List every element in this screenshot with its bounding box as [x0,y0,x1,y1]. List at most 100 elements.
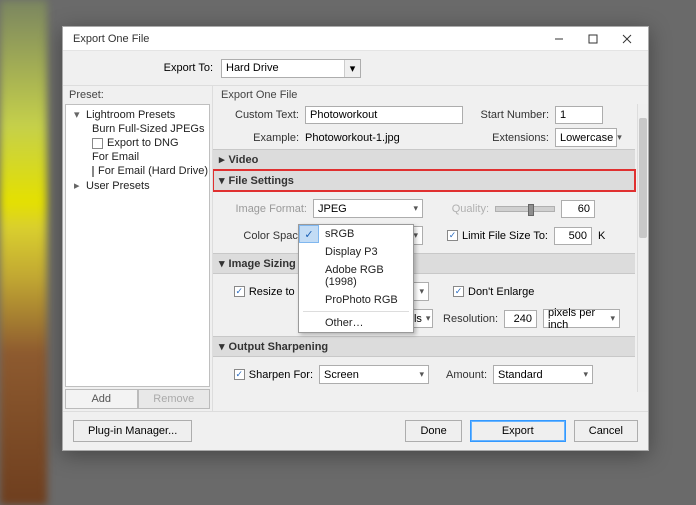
dropdown-option[interactable]: Display P3 [299,243,413,261]
done-button[interactable]: Done [405,420,461,442]
vertical-scrollbar[interactable] [637,104,648,392]
extensions-label: Extensions: [469,132,549,144]
chevron-down-icon: ▾ [344,60,360,77]
section-image-sizing[interactable]: ▾Image Sizing [213,253,635,274]
disclosure-icon: ▸ [74,179,82,192]
window-buttons [542,28,644,50]
checkbox-icon [234,286,245,297]
preset-column: Preset: ▾ Lightroom Presets Burn Full-Si… [63,86,213,411]
resolution-unit-select[interactable]: pixels per inch▾ [543,309,620,328]
checkmark-icon [299,225,319,243]
image-format-label: Image Format: [229,203,307,215]
chevron-down-icon: ▾ [413,203,418,214]
export-to-value: Hard Drive [226,62,279,74]
limit-unit: K [598,230,605,242]
preset-item[interactable]: For Email [66,150,209,164]
preset-item[interactable]: Export to DNG [66,136,209,150]
dimensions-row: 1500 pixels▾ Resolution: 240 pixels per … [221,307,628,330]
section-output-sharpening[interactable]: ▾Output Sharpening [213,336,635,357]
start-number-label: Start Number: [469,109,549,121]
window-title: Export One File [73,33,149,45]
example-row: Example: Photoworkout-1.jpg Extensions: … [213,126,636,149]
remove-preset-button: Remove [138,389,211,409]
dropdown-option-other[interactable]: Other… [299,314,413,332]
resolution-input[interactable]: 240 [504,310,537,328]
chevron-down-icon: ▾ [419,286,424,297]
disclosure-icon: ▸ [219,153,225,166]
dropdown-option[interactable]: ProPhoto RGB [299,291,413,309]
limit-filesize-input[interactable]: 500 [554,227,592,245]
export-button[interactable]: Export [470,420,566,442]
sharpen-checkbox[interactable]: Sharpen For: [229,369,313,381]
preset-list[interactable]: ▾ Lightroom Presets Burn Full-Sized JPEG… [65,104,210,387]
color-space-row: Color Space: sRGB▾ Limit File Size To: 5… [221,224,628,247]
scroll-area: Custom Text: Photoworkout Start Number: … [213,104,648,392]
cancel-button[interactable]: Cancel [574,420,638,442]
export-to-select[interactable]: Hard Drive ▾ [221,59,361,78]
file-settings-block: Image Format: JPEG▾ Quality: 60 Color Sp… [213,191,636,253]
image-format-select[interactable]: JPEG▾ [313,199,423,218]
amount-label: Amount: [435,369,487,381]
chevron-down-icon: ▾ [419,369,424,380]
resolution-label: Resolution: [439,313,498,325]
custom-text-row: Custom Text: Photoworkout Start Number: … [213,104,636,126]
start-number-input[interactable]: 1 [555,106,603,124]
preset-header: Preset: [63,86,212,104]
extensions-select[interactable]: Lowercase▾ [555,128,617,147]
limit-filesize-checkbox[interactable]: Limit File Size To: [447,230,548,242]
scrollbar-thumb[interactable] [639,118,647,238]
slider-thumb[interactable] [528,204,534,216]
maximize-button[interactable] [576,28,610,50]
checkbox-icon [453,286,464,297]
image-format-row: Image Format: JPEG▾ Quality: 60 [221,197,628,220]
export-to-label: Export To: [73,62,213,74]
content-column: Export One File Custom Text: Photoworkou… [213,86,648,411]
example-value: Photoworkout-1.jpg [305,132,463,144]
export-to-row: Export To: Hard Drive ▾ [63,51,648,85]
quality-slider[interactable] [495,206,555,212]
background-photo-strip [0,0,47,505]
plugin-manager-button[interactable]: Plug-in Manager... [73,420,192,442]
checkbox-icon [92,166,94,177]
footer: Plug-in Manager... Done Export Cancel [63,412,648,450]
preset-group-user[interactable]: ▸ User Presets [66,178,209,193]
chevron-down-icon: ▾ [426,313,431,324]
resize-row: Resize to Fit: ▾ Don't Enlarge [221,280,628,303]
output-sharpening-block: Sharpen For: Screen▾ Amount: Standard▾ [213,357,636,392]
dropdown-option[interactable]: sRGB [299,225,413,243]
custom-text-label: Custom Text: [221,109,299,121]
amount-select[interactable]: Standard▾ [493,365,593,384]
preset-item[interactable]: Burn Full-Sized JPEGs [66,122,209,136]
example-label: Example: [221,132,299,144]
section-video[interactable]: ▸Video [213,149,635,170]
quality-label: Quality: [429,203,489,215]
minimize-button[interactable] [542,28,576,50]
chevron-down-icon: ▾ [610,313,615,324]
disclosure-icon: ▾ [219,174,225,187]
sharpen-for-select[interactable]: Screen▾ [319,365,429,384]
sharpen-row: Sharpen For: Screen▾ Amount: Standard▾ [221,363,628,386]
dropdown-option[interactable]: Adobe RGB (1998) [299,261,413,291]
checkbox-icon [92,138,103,149]
image-sizing-block: Resize to Fit: ▾ Don't Enlarge 1500 pixe… [213,274,636,336]
quality-input[interactable]: 60 [561,200,595,218]
chevron-down-icon: ▾ [583,369,588,380]
close-button[interactable] [610,28,644,50]
preset-group-label: Lightroom Presets [86,109,175,121]
titlebar: Export One File [63,27,648,51]
preset-group-lightroom[interactable]: ▾ Lightroom Presets [66,107,209,122]
add-preset-button[interactable]: Add [65,389,138,409]
chevron-down-icon: ▾ [617,132,622,143]
custom-text-input[interactable]: Photoworkout [305,106,463,124]
disclosure-icon: ▾ [219,257,225,270]
section-file-settings[interactable]: ▾File Settings [213,170,635,191]
color-space-label: Color Space: [229,230,307,242]
disclosure-icon: ▾ [74,108,82,121]
dont-enlarge-checkbox[interactable]: Don't Enlarge [453,286,534,298]
preset-buttons: Add Remove [65,389,210,409]
checkbox-icon [234,369,245,380]
preset-item[interactable]: For Email (Hard Drive) [66,164,209,178]
color-space-dropdown[interactable]: sRGB Display P3 Adobe RGB (1998) ProPhot… [298,224,414,333]
chevron-down-icon: ▾ [413,230,418,241]
disclosure-icon: ▾ [219,340,225,353]
